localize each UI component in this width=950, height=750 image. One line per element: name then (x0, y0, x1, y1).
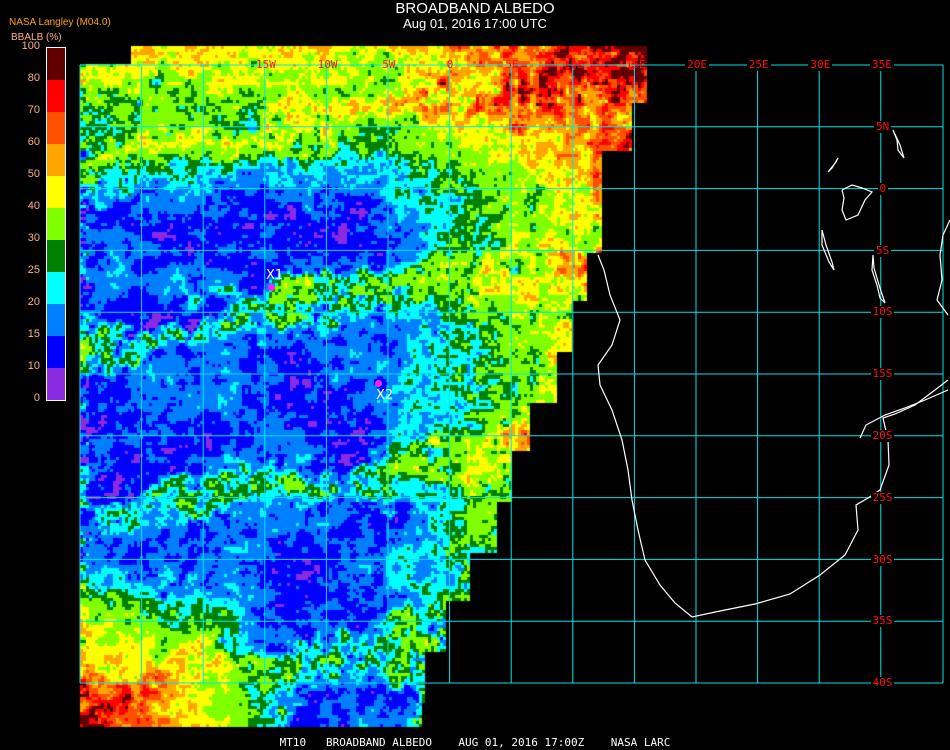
legend-tick: 70 (27, 104, 40, 116)
legend-swatch (47, 368, 65, 400)
grid-label: 15S (870, 367, 895, 381)
coastline-segment (871, 254, 886, 304)
legend-tick: 40 (27, 200, 40, 212)
legend-tick: 50 (27, 168, 40, 180)
legend-swatch (47, 240, 65, 272)
grid-label: 30S (870, 552, 895, 566)
legend-tick: 80 (27, 72, 40, 84)
grid-label: 5W (382, 58, 396, 71)
legend-tick: 25 (27, 264, 40, 276)
legend-tick: 10 (27, 360, 40, 372)
legend-swatch (47, 336, 65, 368)
map-overlay (79, 64, 950, 684)
grid-label: 30E (808, 58, 833, 71)
grid-label: 35S (870, 614, 895, 628)
legend-swatch (47, 48, 65, 80)
grid-label: 15E (625, 58, 646, 71)
grid-label: 10W (317, 58, 338, 71)
grid-label: 25S (870, 490, 895, 504)
grid-label: 40S (870, 676, 895, 690)
legend-swatch (47, 272, 65, 304)
legend-swatch (47, 80, 65, 112)
marker-x1-label: X1 (266, 268, 284, 283)
grid-label: 10S (870, 305, 895, 319)
chart-timestamp: Aug 01, 2016 17:00 UTC (403, 16, 547, 31)
lat-lon-grid (79, 64, 944, 684)
color-legend (46, 47, 66, 401)
grid-label: 35E (870, 58, 894, 71)
marker-x2-dot[interactable] (375, 380, 382, 387)
legend-tick: 100 (21, 40, 40, 52)
grid-label: 25E (746, 58, 771, 71)
grid-label: 5N (874, 120, 892, 133)
grid-label: 20E (685, 58, 710, 71)
organization-label: NASA Langley (M04.0) (9, 17, 111, 28)
grid-label: 15W (256, 58, 276, 71)
marker-x1-dot[interactable] (268, 284, 275, 291)
grid-label: 5S (874, 243, 892, 257)
grid-label: 10E (564, 58, 584, 71)
legend-swatch (47, 304, 65, 336)
legend-swatch (47, 208, 65, 240)
chart-title: BROADBAND ALBEDO (395, 0, 555, 17)
legend-tick: 15 (27, 328, 40, 340)
footer-caption: MT10 BROADBAND ALBEDO AUG 01, 2016 17:00… (279, 736, 671, 749)
marker-x2-label: X2 (376, 388, 394, 403)
coastline-segment (827, 157, 839, 173)
legend-tick: 30 (27, 232, 40, 244)
legend-tick: 20 (27, 296, 40, 308)
legend-swatch (47, 176, 65, 208)
grid-label: 0 (877, 181, 889, 195)
coastline-segment (892, 129, 905, 159)
legend-swatch (47, 112, 65, 144)
grid-label: 0 (446, 58, 454, 71)
legend-tick: 60 (27, 136, 40, 148)
legend-swatch (47, 144, 65, 176)
legend-tick: 0 (33, 392, 40, 404)
grid-label: 5E (505, 58, 519, 71)
coastline-segment (841, 184, 874, 221)
grid-label: 20S (870, 429, 895, 442)
